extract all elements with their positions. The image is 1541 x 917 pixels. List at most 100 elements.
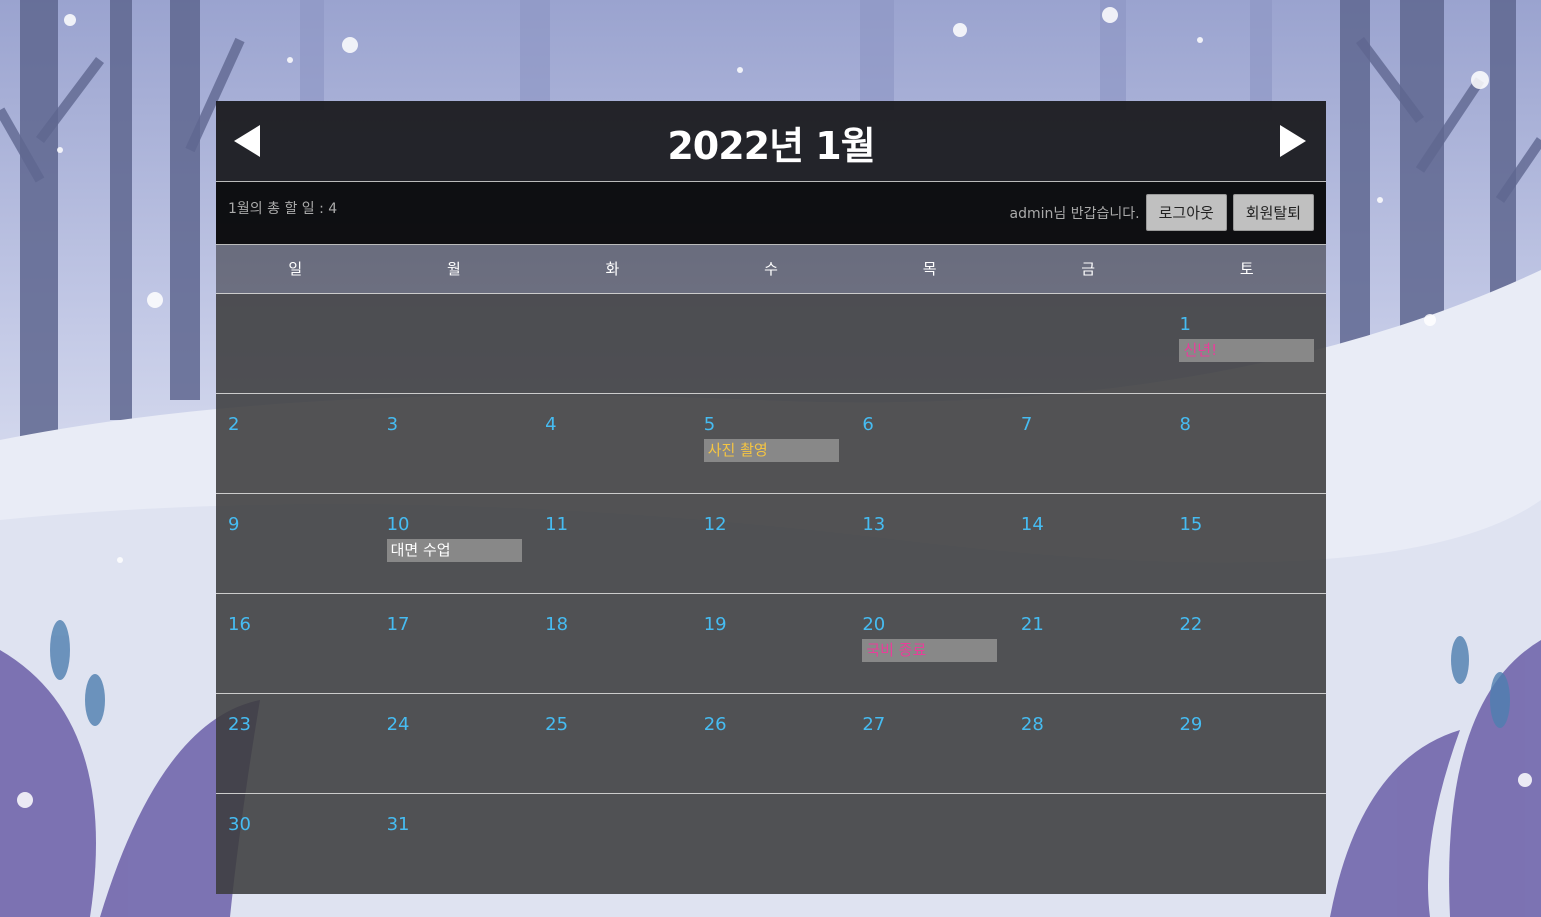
day-cell[interactable]: 16 [216, 594, 375, 693]
weekday-thu: 목 [922, 260, 937, 278]
day-cell[interactable]: 17 [375, 594, 534, 693]
calendar-grid: 1 신년! 2 3 4 5 사진 촬영 6 7 8 9 10 대면 수업 11 12 13 14 15 16 17 18… [216, 294, 1326, 894]
event-item[interactable]: 국비 종료 [862, 639, 998, 662]
day-cell[interactable]: 15 [1167, 494, 1326, 593]
day-number [704, 314, 851, 336]
day-number: 25 [545, 714, 569, 735]
day-number: 24 [386, 714, 410, 735]
user-area: admin님 반갑습니다. 로그아웃 회원탈퇴 [1010, 194, 1314, 231]
day-cell[interactable]: 1 신년! [1167, 294, 1326, 393]
day-cell[interactable]: 27 [850, 694, 1009, 793]
weekday-wed: 수 [764, 260, 778, 278]
day-cell[interactable]: 11 [533, 494, 692, 593]
weekday-sat: 토 [1239, 260, 1254, 278]
day-cell[interactable]: 3 [375, 394, 534, 493]
day-cell[interactable]: 5 사진 촬영 [692, 394, 851, 493]
day-number: 16 [228, 614, 251, 635]
withdraw-button[interactable]: 회원탈퇴 [1232, 194, 1314, 231]
day-number: 19 [703, 614, 727, 635]
day-number: 22 [1179, 614, 1203, 635]
day-cell[interactable]: 8 [1167, 394, 1326, 493]
day-cell[interactable]: 24 [375, 694, 534, 793]
day-cell [1009, 294, 1168, 393]
next-month-arrow-icon[interactable] [1280, 125, 1306, 157]
week-row: 23 24 25 26 27 28 29 [216, 694, 1326, 794]
week-row: 30 31 [216, 794, 1326, 894]
event-item[interactable]: 사진 촬영 [703, 439, 839, 462]
event-item[interactable]: 대면 수업 [386, 539, 522, 562]
day-number [228, 314, 375, 336]
day-number: 3 [386, 414, 399, 435]
day-cell[interactable]: 21 [1009, 594, 1168, 693]
day-cell[interactable]: 23 [216, 694, 375, 793]
day-cell [533, 294, 692, 393]
day-cell [850, 294, 1009, 393]
day-cell[interactable]: 30 [216, 794, 375, 894]
day-number [545, 814, 692, 836]
day-cell[interactable]: 6 [850, 394, 1009, 493]
day-number: 2 [228, 414, 240, 435]
day-number: 9 [228, 514, 240, 535]
weekday-tue: 화 [605, 260, 620, 278]
day-cell[interactable]: 14 [1009, 494, 1168, 593]
week-row: 16 17 18 19 20 국비 종료 21 22 [216, 594, 1326, 694]
week-row: 2 3 4 5 사진 촬영 6 7 8 [216, 394, 1326, 494]
day-cell[interactable]: 28 [1009, 694, 1168, 793]
day-cell[interactable]: 29 [1167, 694, 1326, 793]
day-number: 27 [862, 714, 886, 735]
day-number: 6 [862, 414, 874, 435]
day-number: 8 [1179, 414, 1191, 435]
day-number: 29 [1179, 714, 1203, 735]
day-number: 18 [545, 614, 569, 635]
day-number: 11 [545, 514, 569, 535]
day-number: 28 [1020, 714, 1044, 735]
day-cell[interactable]: 19 [692, 594, 851, 693]
day-number [1021, 814, 1168, 836]
day-number [1021, 314, 1168, 336]
monthly-todo-count: 1월의 총 할 일 : 4 [228, 201, 338, 217]
day-number: 23 [228, 714, 251, 735]
weekday-mon: 월 [446, 260, 461, 278]
day-number [862, 314, 1009, 336]
day-cell [375, 294, 534, 393]
day-number [862, 814, 1009, 836]
day-cell[interactable]: 2 [216, 394, 375, 493]
day-cell [1167, 794, 1326, 894]
calendar: 2022년 1월 1월의 총 할 일 : 4 admin님 반갑습니다. 로그아… [216, 101, 1326, 894]
day-cell[interactable]: 25 [533, 694, 692, 793]
day-cell[interactable]: 22 [1167, 594, 1326, 693]
day-number: 7 [1020, 414, 1033, 435]
day-number: 31 [386, 814, 410, 835]
day-number: 21 [1020, 614, 1044, 635]
week-row: 1 신년! [216, 294, 1326, 394]
weekday-sun: 일 [288, 260, 303, 278]
day-cell[interactable]: 31 [375, 794, 534, 894]
day-cell [216, 294, 375, 393]
day-cell[interactable]: 9 [216, 494, 375, 593]
day-cell[interactable]: 10 대면 수업 [375, 494, 534, 593]
day-cell[interactable]: 18 [533, 594, 692, 693]
day-cell[interactable]: 13 [850, 494, 1009, 593]
info-bar: 1월의 총 할 일 : 4 admin님 반갑습니다. 로그아웃 회원탈퇴 [216, 182, 1326, 245]
day-cell [692, 294, 851, 393]
day-number: 20 [862, 614, 886, 635]
day-cell[interactable]: 7 [1009, 394, 1168, 493]
day-cell[interactable]: 12 [692, 494, 851, 593]
welcome-text: admin님 반갑습니다. [1009, 205, 1140, 222]
week-row: 9 10 대면 수업 11 12 13 14 15 [216, 494, 1326, 594]
day-cell[interactable]: 20 국비 종료 [850, 594, 1009, 693]
logout-button[interactable]: 로그아웃 [1145, 194, 1227, 231]
weekday-header-row: 일 월 화 수 목 금 토 [216, 245, 1326, 294]
event-item[interactable]: 신년! [1179, 339, 1315, 362]
calendar-header: 2022년 1월 [216, 101, 1326, 182]
day-cell [1009, 794, 1168, 894]
day-number: 12 [703, 514, 727, 535]
day-number: 14 [1020, 514, 1044, 535]
day-number: 26 [703, 714, 727, 735]
day-cell [850, 794, 1009, 894]
day-cell [533, 794, 692, 894]
day-cell[interactable]: 4 [533, 394, 692, 493]
day-cell[interactable]: 26 [692, 694, 851, 793]
day-number: 30 [228, 814, 251, 835]
weekday-fri: 금 [1081, 260, 1096, 278]
